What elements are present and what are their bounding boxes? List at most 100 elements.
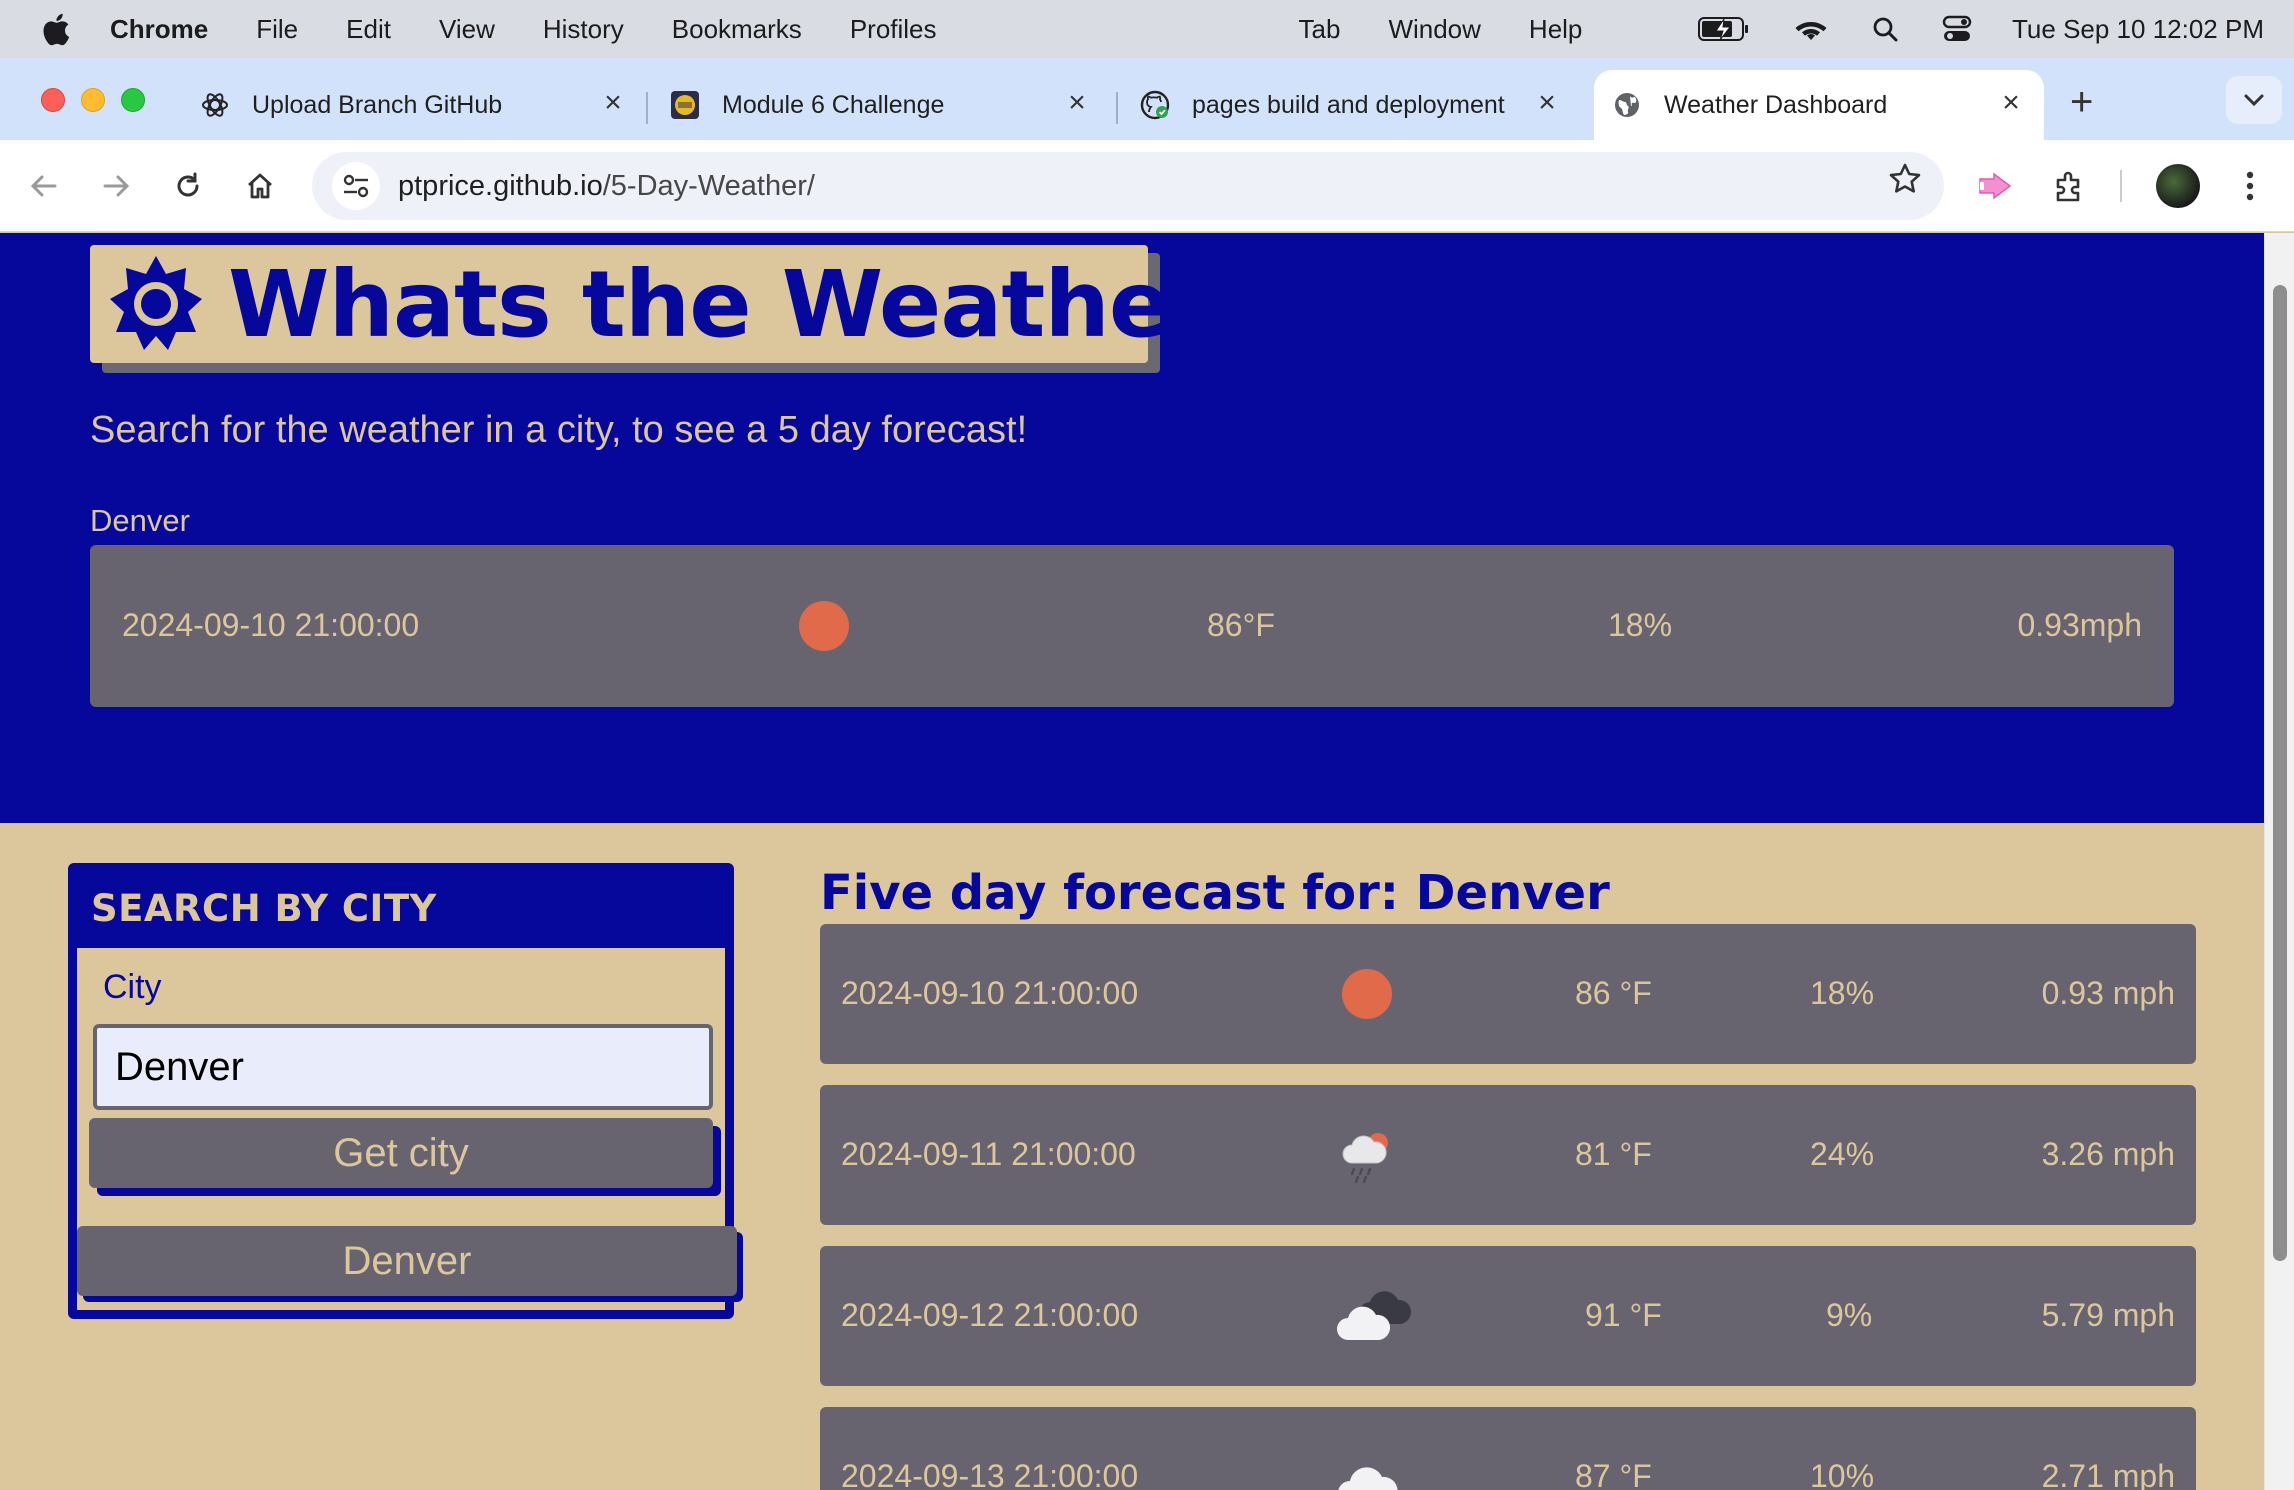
forecast-temp: 81 °F bbox=[1575, 1136, 1652, 1172]
browser-toolbar: ptprice.github.io/5-Day-Weather/ bbox=[0, 140, 2294, 232]
url-host: ptprice.github.io bbox=[398, 169, 603, 202]
forecast-datetime: 2024-09-12 21:00:00 bbox=[841, 1297, 1139, 1333]
tab-label: Module 6 Challenge bbox=[722, 90, 945, 119]
forecast-humidity: 9% bbox=[1826, 1297, 1873, 1333]
toolbar-divider bbox=[2120, 170, 2122, 202]
forecast-wind: 0.93 mph bbox=[2041, 975, 2175, 1011]
forecast-row: 2024-09-13 21:00:00 87 °F 10% 2.71 mph bbox=[820, 1407, 2196, 1490]
menu-edit[interactable]: Edit bbox=[346, 14, 391, 45]
page-viewport: Whats the Weather! Search for the weathe… bbox=[0, 233, 2264, 1490]
forecast-temp: 86 °F bbox=[1575, 975, 1652, 1011]
current-wind: 0.93mph bbox=[2017, 607, 2142, 643]
menu-file[interactable]: File bbox=[256, 14, 298, 45]
search-panel-header: SEARCH BY CITY bbox=[73, 868, 729, 948]
battery-charging-icon[interactable] bbox=[1698, 16, 1750, 42]
extensions-puzzle-icon[interactable] bbox=[2046, 162, 2094, 210]
globe-icon bbox=[1612, 90, 1642, 120]
new-tab-plus-icon[interactable]: + bbox=[2070, 80, 2093, 125]
tab-label: pages build and deployment bbox=[1192, 90, 1505, 119]
forecast-temp: 91 °F bbox=[1585, 1297, 1662, 1333]
forecast-humidity: 18% bbox=[1810, 975, 1875, 1011]
window-close-button[interactable] bbox=[41, 88, 65, 112]
forecast-row: 2024-09-11 21:00:00 81 °F 24% 3.26 mph bbox=[820, 1085, 2196, 1225]
tab-close-icon[interactable]: × bbox=[1994, 86, 2028, 120]
hero-header: Whats the Weather! Search for the weathe… bbox=[0, 233, 2264, 823]
forecast-wind: 3.26 mph bbox=[2041, 1136, 2175, 1172]
bookmark-star-icon[interactable] bbox=[1888, 162, 1922, 201]
get-city-button[interactable]: Get city bbox=[89, 1118, 713, 1188]
github-icon bbox=[1140, 90, 1170, 120]
forecast-wind: 5.79 mph bbox=[2041, 1297, 2175, 1333]
page-title: Whats the Weather! bbox=[228, 250, 1257, 358]
page-subtitle: Search for the weather in a city, to see… bbox=[90, 409, 1028, 451]
tab-close-icon[interactable]: × bbox=[596, 86, 630, 120]
current-datetime: 2024-09-10 21:00:00 bbox=[122, 607, 420, 643]
reload-icon[interactable] bbox=[164, 162, 212, 210]
tab-label: Weather Dashboard bbox=[1664, 90, 1888, 119]
tab-label: Upload Branch GitHub bbox=[252, 90, 503, 119]
spotlight-search-icon[interactable] bbox=[1872, 16, 1898, 42]
window-zoom-button[interactable] bbox=[121, 88, 145, 112]
macos-menubar: Chrome File Edit View History Bookmarks … bbox=[0, 0, 2294, 58]
city-label: City bbox=[103, 968, 162, 1006]
site-info-tune-icon[interactable] bbox=[332, 162, 380, 210]
window-minimize-button[interactable] bbox=[81, 88, 105, 112]
forecast-row: 2024-09-12 21:00:00 91 °F 9% 5.79 mph bbox=[820, 1246, 2196, 1386]
tab-search-chevron-icon[interactable] bbox=[2226, 76, 2282, 124]
wifi-icon[interactable] bbox=[1794, 16, 1828, 42]
forward-arrow-icon[interactable] bbox=[92, 162, 140, 210]
forecast-datetime: 2024-09-11 21:00:00 bbox=[841, 1136, 1136, 1172]
menubar-status-area: Tue Sep 10 12:02 PM bbox=[1654, 0, 2264, 58]
forecast-datetime: 2024-09-13 21:00:00 bbox=[841, 1458, 1139, 1490]
city-input[interactable] bbox=[93, 1024, 713, 1110]
menubar-clock[interactable]: Tue Sep 10 12:02 PM bbox=[2012, 14, 2264, 45]
forecast-datetime: 2024-09-10 21:00:00 bbox=[841, 975, 1139, 1011]
url-path: /5-Day-Weather/ bbox=[602, 169, 815, 202]
menu-profiles[interactable]: Profiles bbox=[850, 14, 937, 45]
course-icon bbox=[670, 90, 700, 120]
tab-separator bbox=[1116, 92, 1118, 124]
menu-bookmarks[interactable]: Bookmarks bbox=[672, 14, 802, 45]
history-city-button[interactable]: Denver bbox=[77, 1226, 737, 1296]
forecast-row: 2024-09-10 21:00:00 86 °F 18% 0.93 mph bbox=[820, 924, 2196, 1064]
menu-history[interactable]: History bbox=[543, 14, 624, 45]
current-temp: 86°F bbox=[1207, 607, 1275, 643]
forecast-title: Five day forecast for: Denver bbox=[820, 865, 1610, 921]
kebab-menu-icon[interactable] bbox=[2226, 162, 2274, 210]
scrollbar-thumb[interactable] bbox=[2273, 285, 2287, 1261]
tab-upload-branch-github[interactable]: Upload Branch GitHub × bbox=[200, 70, 630, 140]
current-humidity: 18% bbox=[1608, 607, 1673, 643]
forecast-humidity: 10% bbox=[1810, 1458, 1875, 1490]
apple-logo-icon[interactable] bbox=[42, 12, 72, 46]
current-city-name: Denver bbox=[90, 503, 190, 538]
tab-separator bbox=[646, 92, 648, 124]
url-text[interactable]: ptprice.github.io/5-Day-Weather/ bbox=[398, 170, 815, 203]
forecast-temp: 87 °F bbox=[1575, 1458, 1652, 1490]
search-heading: SEARCH BY CITY bbox=[91, 886, 437, 930]
forecast-wind: 2.71 mph bbox=[2041, 1458, 2175, 1490]
forecast-humidity: 24% bbox=[1810, 1136, 1875, 1172]
control-center-icon[interactable] bbox=[1942, 15, 1972, 43]
menu-window[interactable]: Window bbox=[1388, 14, 1480, 45]
rain-sun-icon bbox=[1340, 1129, 1400, 1185]
openai-icon bbox=[200, 90, 230, 120]
tab-module-6-challenge[interactable]: Module 6 Challenge × bbox=[670, 70, 1094, 140]
home-icon[interactable] bbox=[236, 162, 284, 210]
address-bar[interactable]: ptprice.github.io/5-Day-Weather/ bbox=[312, 152, 1944, 220]
tab-close-icon[interactable]: × bbox=[1530, 86, 1564, 120]
tab-close-icon[interactable]: × bbox=[1060, 86, 1094, 120]
extension-pink-arrow-icon[interactable] bbox=[1972, 162, 2020, 210]
tab-pages-build-deployment[interactable]: pages build and deployment × bbox=[1140, 70, 1564, 140]
menu-view[interactable]: View bbox=[439, 14, 495, 45]
clear-sun-icon bbox=[1342, 969, 1392, 1019]
cloud-icon bbox=[1338, 1451, 1408, 1490]
back-arrow-icon[interactable] bbox=[20, 162, 68, 210]
profile-avatar[interactable] bbox=[2156, 164, 2200, 208]
menu-tab[interactable]: Tab bbox=[1299, 14, 1341, 45]
tab-weather-dashboard[interactable]: Weather Dashboard × bbox=[1594, 70, 2044, 140]
page-scrollbar[interactable] bbox=[2264, 233, 2294, 1490]
menu-chrome[interactable]: Chrome bbox=[110, 14, 208, 45]
menu-help[interactable]: Help bbox=[1529, 14, 1582, 45]
current-weather-card: 2024-09-10 21:00:00 86°F 18% 0.93mph bbox=[90, 545, 2174, 707]
search-panel-body: City Get city Denver bbox=[73, 948, 743, 1314]
